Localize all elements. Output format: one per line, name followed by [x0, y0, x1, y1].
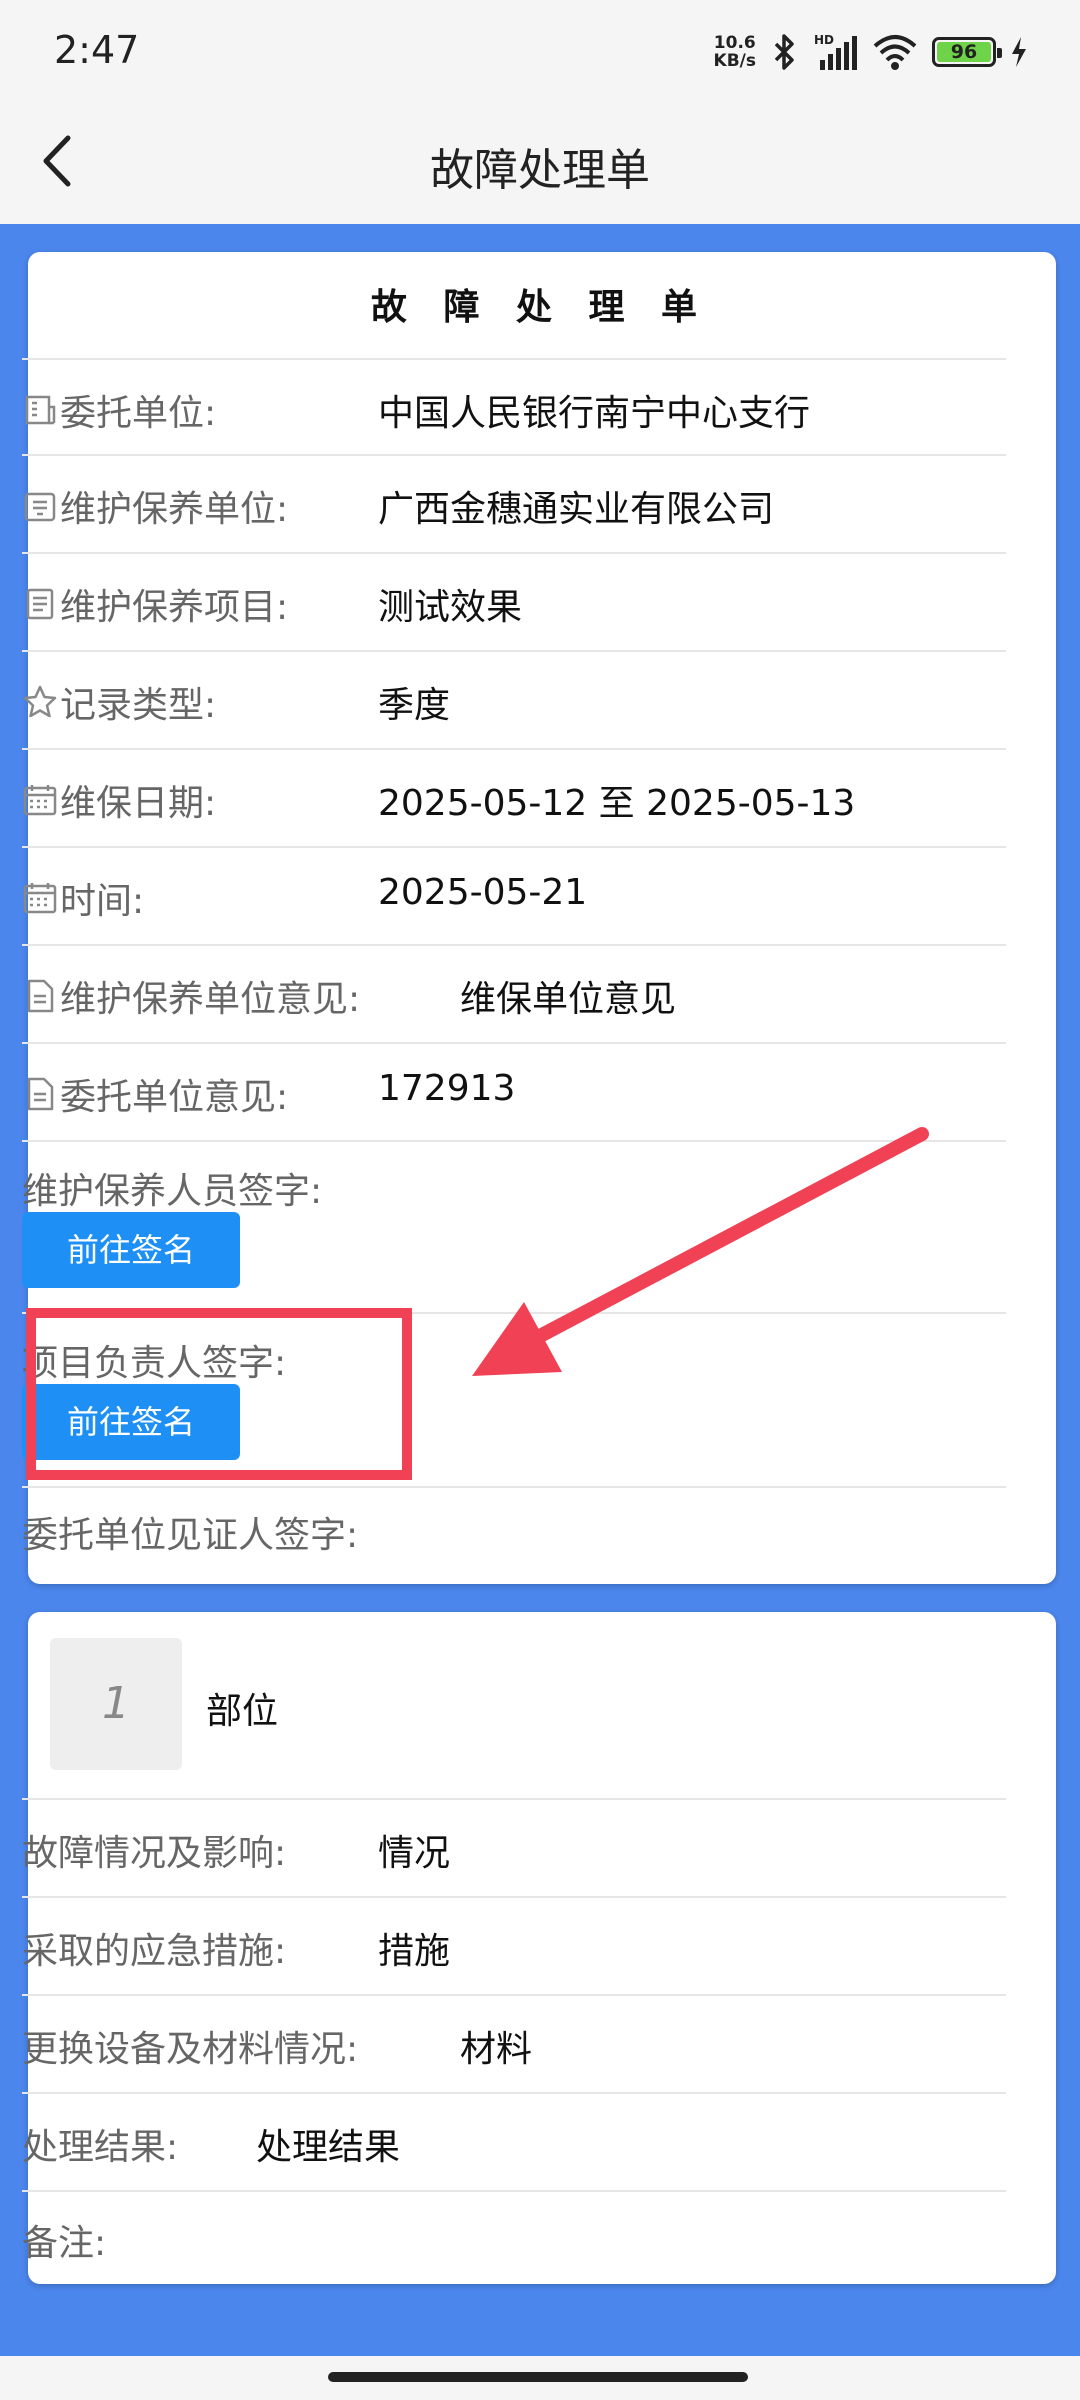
label-replaced-materials: 更换设备及材料情况: — [22, 2029, 359, 2070]
home-indicator[interactable] — [328, 2372, 748, 2382]
label-emergency-measures: 采取的应急措施: — [22, 1931, 287, 1972]
row-result: 处理结果: 处理结果 — [22, 2092, 1006, 2190]
row-emergency-measures: 采取的应急措施: 措施 — [22, 1896, 1006, 1994]
value-result: 处理结果 — [256, 2127, 401, 2168]
item-index-badge: 1 — [50, 1638, 182, 1770]
row-fault-situation: 故障情况及影响: 情况 — [22, 1798, 1006, 1896]
label-remarks: 备注: — [22, 2223, 107, 2264]
row-remarks: 备注: — [22, 2190, 1006, 2280]
value-replaced-materials: 材料 — [460, 2029, 533, 2070]
item-part: 部位 — [206, 1691, 279, 1732]
row-replaced-materials: 更换设备及材料情况: 材料 — [22, 1994, 1006, 2092]
value-emergency-measures: 措施 — [378, 1931, 451, 1972]
label-fault-situation: 故障情况及影响: — [22, 1833, 287, 1874]
label-result: 处理结果: — [22, 2127, 179, 2168]
value-fault-situation: 情况 — [378, 1833, 451, 1874]
